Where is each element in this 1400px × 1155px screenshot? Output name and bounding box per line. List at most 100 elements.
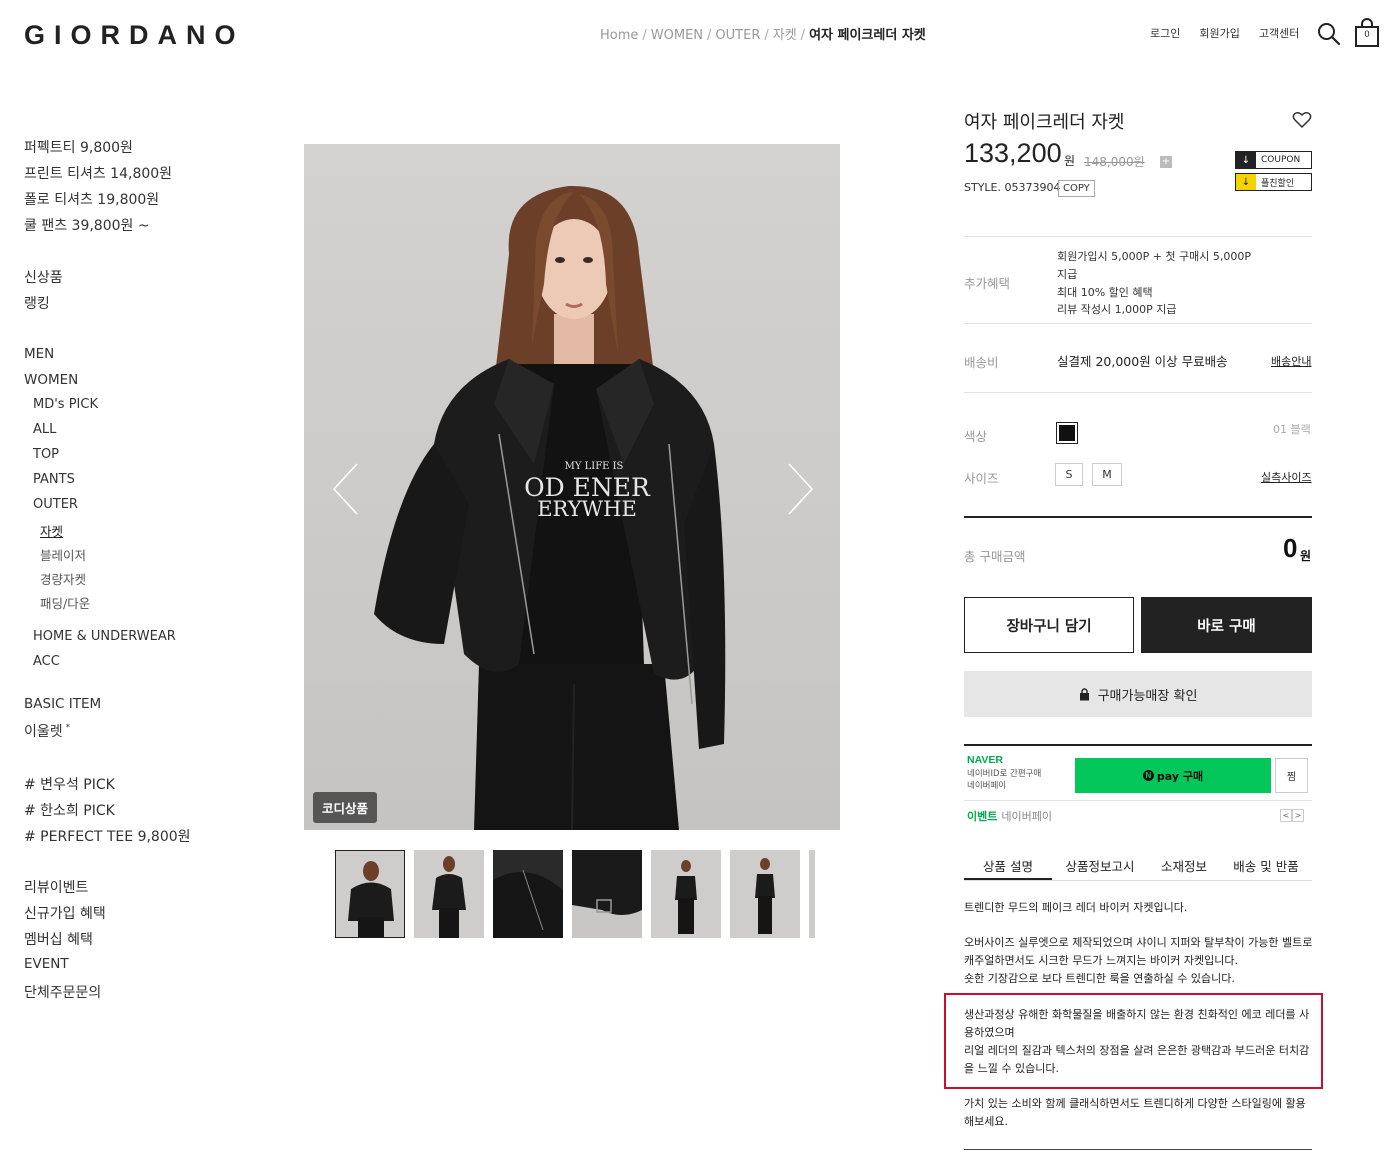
prev-image-arrow-icon[interactable] bbox=[331, 462, 361, 516]
sidebar-blazer[interactable]: 블레이저 bbox=[40, 545, 86, 564]
sidebar-tag-byeon[interactable]: # 변우석 PICK bbox=[24, 774, 115, 794]
tab-material[interactable]: 소재정보 bbox=[1148, 848, 1220, 880]
sidebar-men[interactable]: MEN bbox=[24, 346, 54, 362]
event-prev-button[interactable]: < bbox=[1280, 809, 1292, 822]
coordi-badge[interactable]: 코디상품 bbox=[313, 792, 378, 823]
sidebar-signup-benefit[interactable]: 신규가입 혜택 bbox=[24, 903, 106, 923]
sidebar-review-event[interactable]: 리뷰이벤트 bbox=[24, 877, 88, 897]
sidebar-group-order[interactable]: 단체주문문의 bbox=[24, 982, 101, 1002]
add-to-cart-button[interactable]: 장바구니 담기 bbox=[964, 597, 1134, 653]
description-paragraph-4: 가치 있는 소비와 함께 클래식하면서도 트렌디하게 다양한 스타일링에 활용 … bbox=[964, 1095, 1314, 1131]
plus-icon[interactable]: + bbox=[1160, 156, 1172, 168]
event-next-button[interactable]: > bbox=[1292, 809, 1304, 822]
benefit-line-3: 최대 10% 할인 혜택 bbox=[1057, 286, 1153, 299]
naver-pay-label: pay 구매 bbox=[1156, 769, 1204, 783]
original-price: 148,000원 bbox=[1084, 155, 1145, 169]
signup-link[interactable]: 회원가입 bbox=[1199, 25, 1239, 41]
login-link[interactable]: 로그인 bbox=[1150, 25, 1180, 41]
sidebar-promo-polo[interactable]: 폴로 티셔츠 19,800원 bbox=[24, 189, 159, 209]
next-image-arrow-icon[interactable] bbox=[785, 462, 815, 516]
sidebar-jacket[interactable]: 자켓 bbox=[40, 521, 63, 540]
sidebar-women[interactable]: WOMEN bbox=[24, 372, 78, 388]
sidebar-tag-perfect-tee[interactable]: # PERFECT TEE 9,800원 bbox=[24, 826, 191, 846]
tee-print-line-1: MY LIFE IS bbox=[565, 461, 624, 472]
naver-pay-widget: NAVER 네이버ID로 간편구매 네이버페이 N pay 구매 찜 이벤트 네이… bbox=[964, 746, 1312, 826]
size-label: 사이즈 bbox=[964, 471, 999, 486]
thumbnail-3[interactable] bbox=[493, 850, 563, 938]
sidebar-basic-item[interactable]: BASIC ITEM bbox=[24, 696, 101, 712]
sidebar-membership[interactable]: 멤버십 혜택 bbox=[24, 929, 93, 949]
download-icon: ↓ bbox=[1236, 152, 1256, 168]
naver-pay-subtext: 네이버ID로 간편구매 네이버페이 bbox=[967, 768, 1041, 792]
description-line: 가치 있는 소비와 함께 클래식하면서도 트렌디하게 다양한 스타일링에 활용 bbox=[964, 1097, 1306, 1110]
thumbnail-6[interactable] bbox=[730, 850, 800, 938]
naver-logo: NAVER bbox=[967, 754, 1003, 766]
sidebar-promo-cool-pants[interactable]: 쿨 팬츠 39,800원 ~ bbox=[24, 215, 150, 235]
sidebar-light-jacket[interactable]: 경량자켓 bbox=[40, 569, 86, 588]
buy-now-button[interactable]: 바로 구매 bbox=[1141, 597, 1312, 653]
product-title: 여자 페이크레더 자켓 bbox=[964, 112, 1125, 133]
breadcrumb-women[interactable]: WOMEN bbox=[651, 28, 703, 43]
breadcrumb-home[interactable]: Home bbox=[600, 28, 638, 43]
thumbnail-4[interactable] bbox=[572, 850, 642, 938]
size-s-button[interactable]: S bbox=[1055, 463, 1083, 486]
lock-icon bbox=[1079, 687, 1089, 700]
search-icon[interactable] bbox=[1316, 21, 1342, 47]
sidebar-event[interactable]: EVENT bbox=[24, 956, 69, 972]
breadcrumb-jacket[interactable]: 자켓 bbox=[773, 28, 797, 43]
header-links: 로그인 회원가입 고객센터 bbox=[1150, 25, 1299, 41]
shipping-info-link[interactable]: 배송안내 bbox=[1271, 353, 1311, 369]
customer-center-link[interactable]: 고객센터 bbox=[1259, 25, 1299, 41]
color-swatch-fill bbox=[1059, 425, 1075, 441]
total-value: 0 bbox=[1283, 533, 1298, 563]
sidebar-home-underwear[interactable]: HOME & UNDERWEAR bbox=[33, 629, 176, 644]
sidebar-promo-print-tee[interactable]: 프린트 티셔츠 14,800원 bbox=[24, 163, 172, 183]
heart-icon[interactable] bbox=[1292, 111, 1312, 129]
breadcrumb-outer[interactable]: OUTER bbox=[715, 28, 760, 43]
shopping-bag-icon[interactable]: 0 bbox=[1354, 18, 1380, 48]
sidebar-all[interactable]: ALL bbox=[33, 422, 56, 437]
naver-sub-line-2: 네이버페이 bbox=[967, 781, 1007, 791]
sidebar-acc[interactable]: ACC bbox=[33, 654, 60, 669]
product-main-image[interactable]: MY LIFE IS OD ENER ERYWHE bbox=[304, 144, 840, 830]
thumbnail-2[interactable] bbox=[414, 850, 484, 938]
color-swatch-black[interactable] bbox=[1056, 422, 1078, 444]
sidebar-ranking[interactable]: 랭킹 bbox=[24, 293, 50, 313]
sidebar-pants[interactable]: PANTS bbox=[33, 472, 75, 487]
total-unit: 원 bbox=[1300, 549, 1312, 563]
size-m-button[interactable]: M bbox=[1092, 463, 1122, 486]
naver-wish-button[interactable]: 찜 bbox=[1275, 758, 1308, 793]
tab-product-notice[interactable]: 상품정보고시 bbox=[1052, 848, 1148, 880]
tee-print-line-3: ERYWHE bbox=[537, 497, 637, 521]
naver-pay-button[interactable]: N pay 구매 bbox=[1075, 758, 1271, 793]
thumbnail-1[interactable] bbox=[335, 850, 405, 938]
tab-description[interactable]: 상품 설명 bbox=[964, 848, 1052, 880]
sidebar-promo-perfect-tee[interactable]: 퍼펙트티 9,800원 bbox=[24, 137, 133, 157]
breadcrumb: Home / WOMEN / OUTER / 자켓 / 여자 페이크레더 자켓 bbox=[600, 28, 926, 43]
naver-event-nav: < > bbox=[1280, 809, 1304, 822]
sidebar-tag-han[interactable]: # 한소희 PICK bbox=[24, 800, 115, 820]
sidebar-padding-down[interactable]: 패딩/다운 bbox=[40, 593, 90, 612]
coupon-download-button[interactable]: ↓ COUPON bbox=[1235, 151, 1312, 169]
sidebar-outlet-label: 이울렛 bbox=[24, 724, 63, 740]
sidebar-outlet[interactable]: 이울렛 * bbox=[24, 721, 70, 741]
sidebar-outer[interactable]: OUTER bbox=[33, 497, 78, 512]
benefit-line-4: 리뷰 작성시 1,000P 지급 bbox=[1057, 303, 1177, 316]
description-line: 오버사이즈 실루엣으로 제작되었으며 샤이니 지퍼와 탈부착이 가능한 벨트로 bbox=[964, 936, 1313, 949]
store-availability-button[interactable]: 구매가능매장 확인 bbox=[964, 671, 1312, 717]
sidebar-mds-pick[interactable]: MD's PICK bbox=[33, 397, 98, 412]
size-guide-link[interactable]: 실측사이즈 bbox=[1261, 469, 1312, 485]
naver-event-sub: 네이버페이 bbox=[1001, 810, 1052, 823]
giordano-logo[interactable]: GIORDANO bbox=[24, 20, 245, 51]
copy-style-button[interactable]: COPY bbox=[1058, 180, 1095, 197]
naver-event-label: 이벤트 bbox=[967, 810, 998, 823]
tab-shipping-return[interactable]: 배송 및 반품 bbox=[1220, 848, 1312, 880]
cart-count: 0 bbox=[1364, 29, 1370, 39]
naver-event[interactable]: 이벤트 네이버페이 bbox=[967, 808, 1052, 824]
thumbnail-5[interactable] bbox=[651, 850, 721, 938]
sidebar-new[interactable]: 신상품 bbox=[24, 267, 63, 287]
sidebar-top[interactable]: TOP bbox=[33, 447, 59, 462]
family-discount-button[interactable]: ↓ 플친할인 bbox=[1235, 173, 1312, 191]
divider bbox=[964, 236, 1312, 237]
thumbnail-7-partial[interactable] bbox=[809, 850, 815, 938]
